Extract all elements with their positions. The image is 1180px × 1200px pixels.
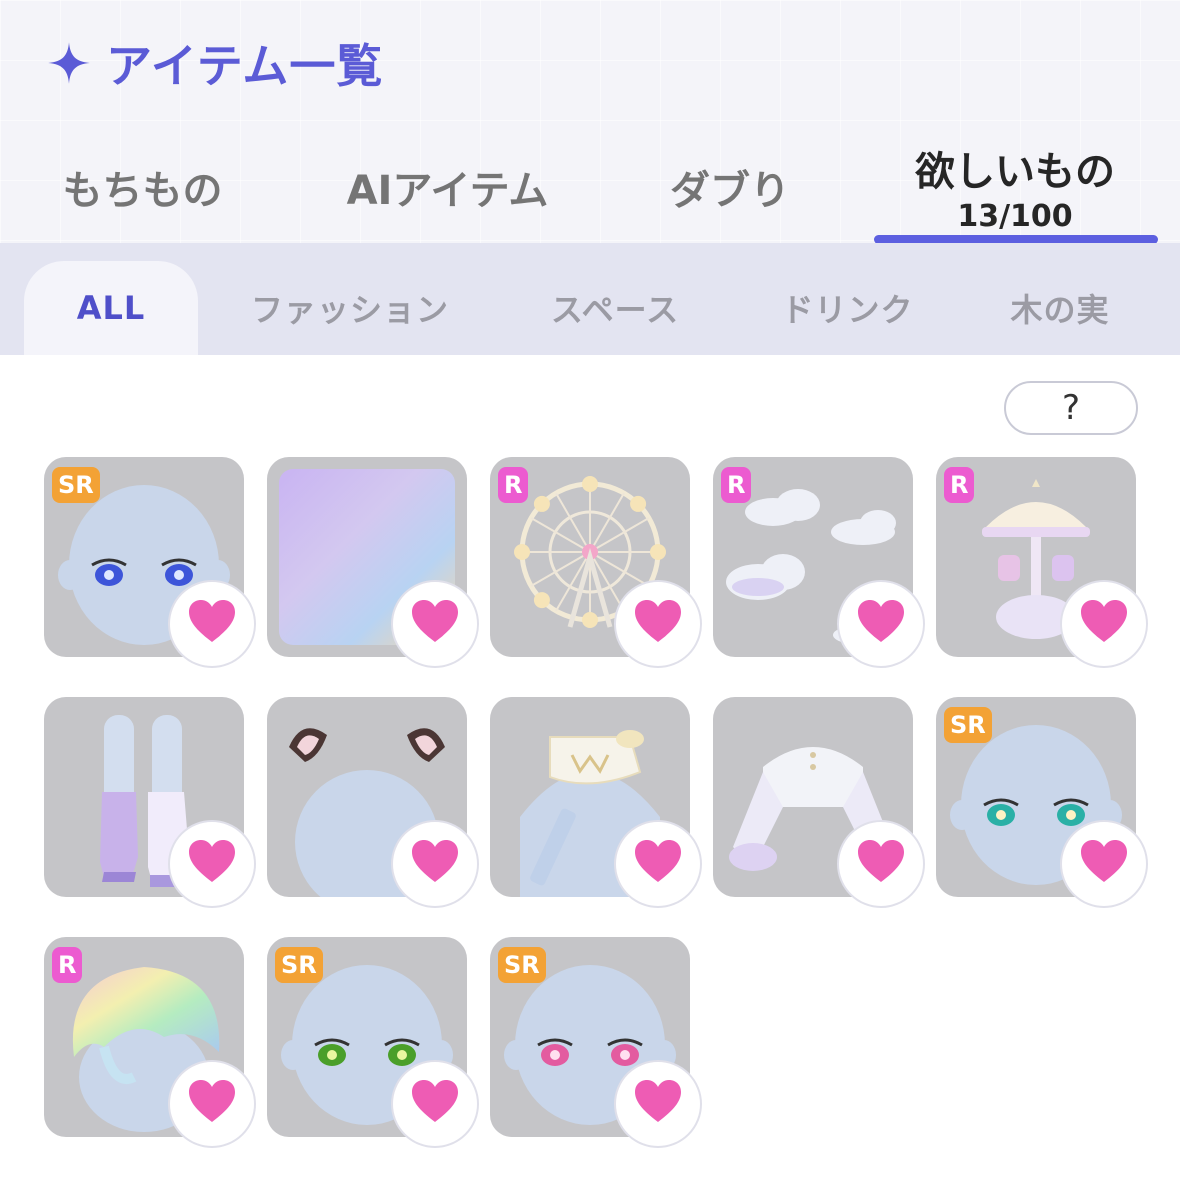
rarity-badge: R bbox=[721, 467, 752, 503]
rarity-badge: SR bbox=[275, 947, 323, 983]
tab-label: AIアイテム bbox=[346, 167, 549, 214]
favorite-button[interactable] bbox=[1060, 580, 1148, 668]
item-card[interactable]: R bbox=[936, 457, 1148, 668]
header: アイテム一覧 もちもの AIアイテム ダブり 欲しいもの 13/100 bbox=[0, 0, 1180, 244]
favorite-button[interactable] bbox=[168, 580, 256, 668]
item-card[interactable]: SR bbox=[44, 457, 256, 668]
item-card[interactable] bbox=[490, 697, 702, 908]
item-card[interactable]: R bbox=[490, 457, 702, 668]
category-all[interactable]: ALL bbox=[24, 261, 198, 355]
heart-icon bbox=[409, 1076, 461, 1132]
tab-mochimono[interactable]: もちもの bbox=[40, 130, 245, 243]
favorite-button[interactable] bbox=[168, 1060, 256, 1148]
sparkle-icon bbox=[48, 42, 90, 84]
favorite-button[interactable] bbox=[614, 580, 702, 668]
tab-label: 欲しいもの bbox=[915, 149, 1115, 195]
favorite-button[interactable] bbox=[837, 820, 925, 908]
item-card[interactable]: SR bbox=[490, 937, 702, 1148]
item-card[interactable] bbox=[267, 457, 479, 668]
heart-icon bbox=[409, 836, 461, 892]
category-nuts[interactable]: 木の実 bbox=[995, 261, 1125, 355]
favorite-button[interactable] bbox=[1060, 820, 1148, 908]
heart-icon bbox=[632, 1076, 684, 1132]
tab-duplicates[interactable]: ダブり bbox=[650, 130, 810, 243]
favorite-button[interactable] bbox=[391, 1060, 479, 1148]
favorite-button[interactable] bbox=[168, 820, 256, 908]
item-card[interactable] bbox=[44, 697, 256, 908]
tab-wishlist[interactable]: 欲しいもの 13/100 bbox=[880, 130, 1150, 243]
category-fashion[interactable]: ファッション bbox=[230, 261, 470, 355]
rarity-badge: SR bbox=[52, 467, 100, 503]
heart-icon bbox=[186, 596, 238, 652]
tab-ai-items[interactable]: AIアイテム bbox=[320, 130, 575, 243]
page-title: アイテム一覧 bbox=[46, 30, 383, 96]
item-card[interactable]: R bbox=[713, 457, 925, 668]
favorite-button[interactable] bbox=[391, 580, 479, 668]
favorite-button[interactable] bbox=[614, 820, 702, 908]
page-title-text: アイテム一覧 bbox=[106, 39, 384, 93]
tab-bar: もちもの AIアイテム ダブり 欲しいもの 13/100 bbox=[0, 130, 1180, 243]
heart-icon bbox=[186, 1076, 238, 1132]
rarity-badge: R bbox=[52, 947, 83, 983]
heart-icon bbox=[855, 596, 907, 652]
favorite-button[interactable] bbox=[614, 1060, 702, 1148]
heart-icon bbox=[1078, 836, 1130, 892]
tab-label: もちもの bbox=[62, 167, 223, 214]
heart-icon bbox=[632, 596, 684, 652]
heart-icon bbox=[409, 596, 461, 652]
favorite-button[interactable] bbox=[391, 820, 479, 908]
heart-icon bbox=[632, 836, 684, 892]
wishlist-count: 13/100 bbox=[957, 199, 1073, 234]
heart-icon bbox=[855, 836, 907, 892]
item-card[interactable]: SR bbox=[267, 937, 479, 1148]
tab-label: ダブり bbox=[670, 167, 790, 214]
help-button[interactable]: ? bbox=[1004, 381, 1138, 435]
category-bar: ALL ファッション スペース ドリンク 木の実 bbox=[0, 243, 1180, 355]
item-card[interactable] bbox=[267, 697, 479, 908]
favorite-button[interactable] bbox=[837, 580, 925, 668]
heart-icon bbox=[186, 836, 238, 892]
category-drink[interactable]: ドリンク bbox=[765, 261, 930, 355]
rarity-badge: R bbox=[498, 467, 529, 503]
rarity-badge: SR bbox=[944, 707, 992, 743]
rarity-badge: SR bbox=[498, 947, 546, 983]
item-card[interactable] bbox=[713, 697, 925, 908]
item-card[interactable]: R bbox=[44, 937, 256, 1148]
item-card[interactable]: SR bbox=[936, 697, 1148, 908]
category-space[interactable]: スペース bbox=[530, 261, 700, 355]
rarity-badge: R bbox=[944, 467, 975, 503]
heart-icon bbox=[1078, 596, 1130, 652]
